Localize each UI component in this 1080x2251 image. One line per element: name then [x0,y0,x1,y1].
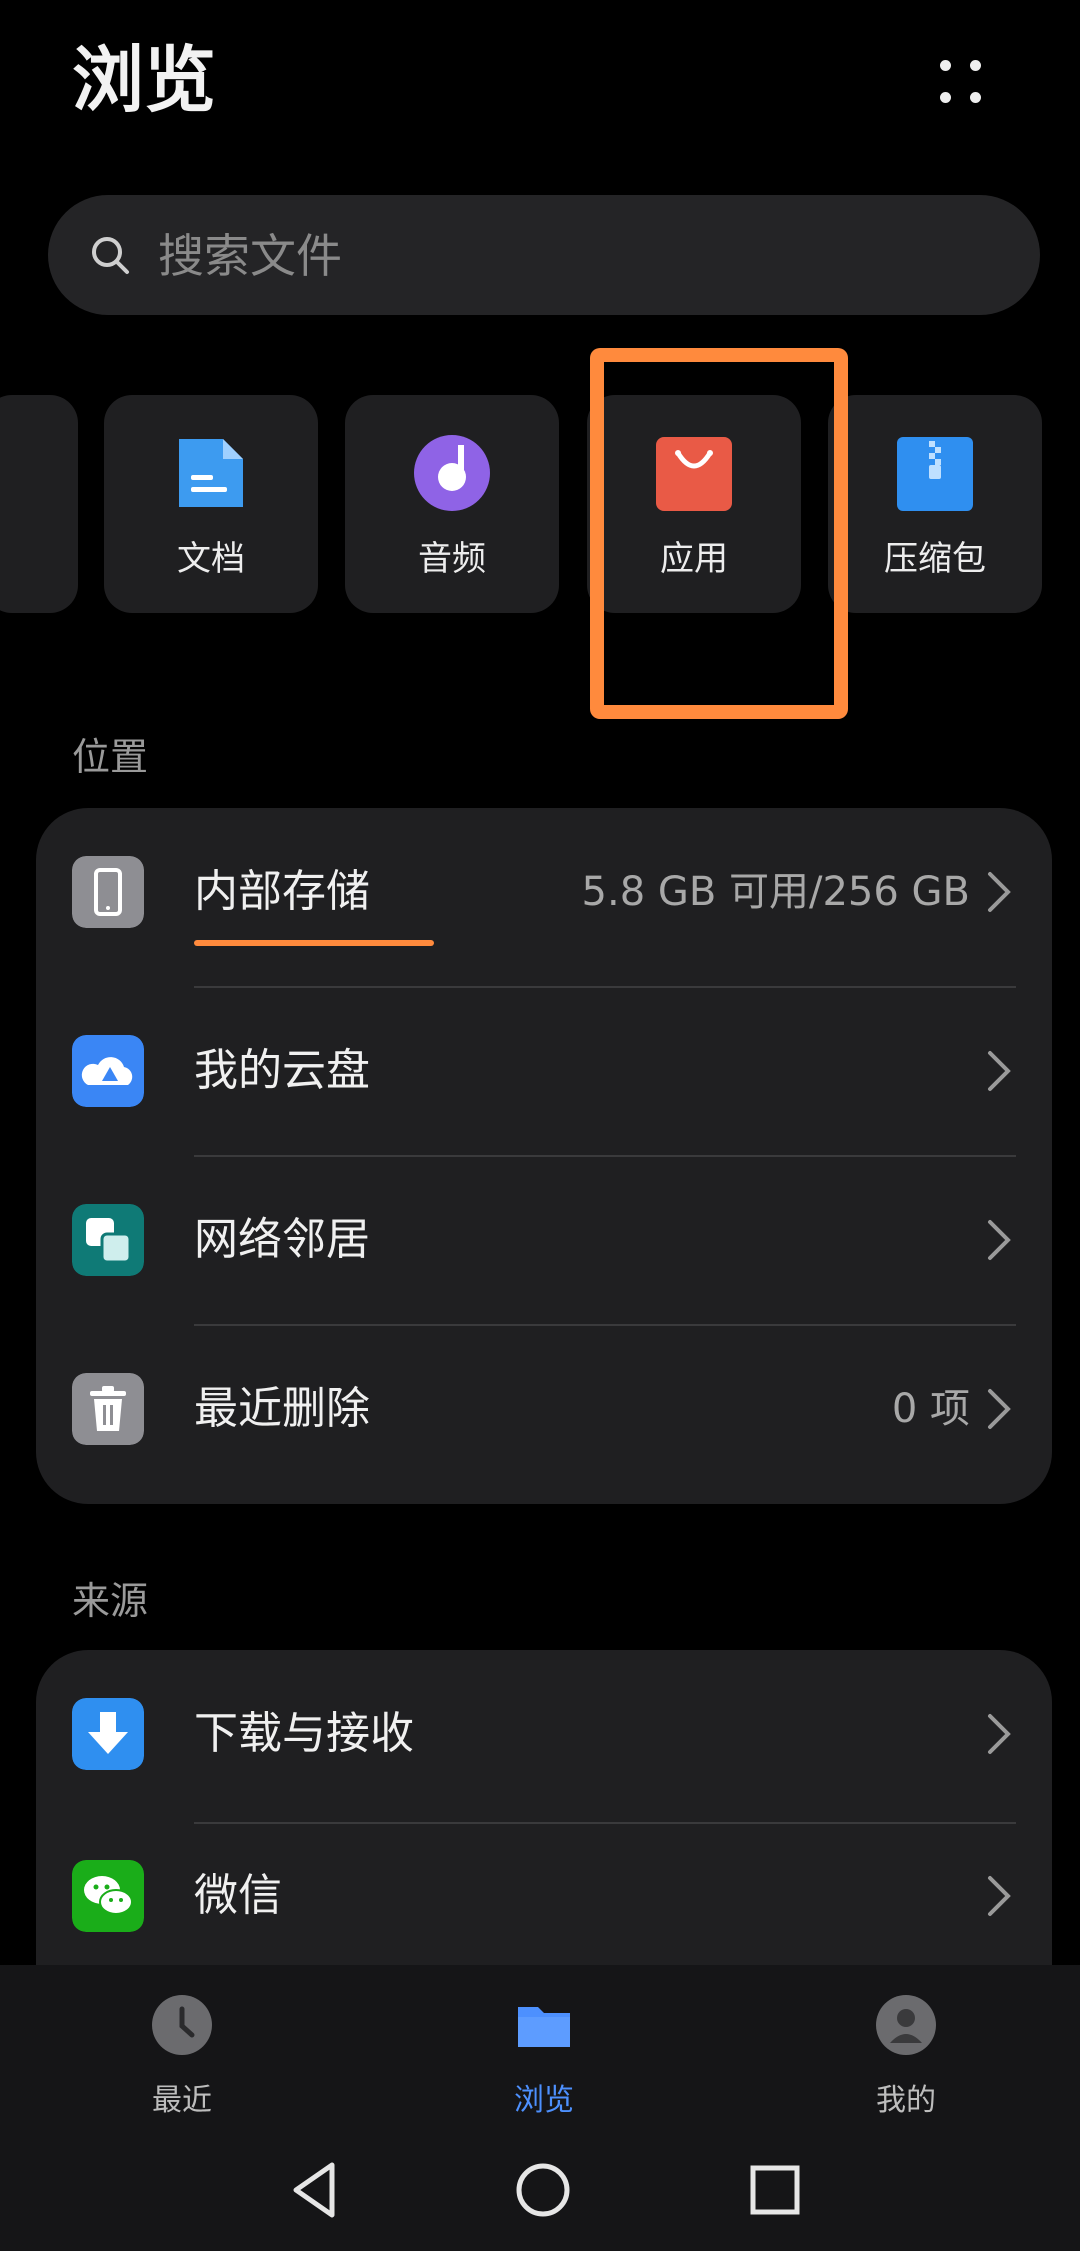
category-tile-documents[interactable]: 文档 [104,395,318,613]
category-label: 文档 [177,539,245,579]
section-title-sources: 来源 [72,1579,149,1623]
page-title: 浏览 [72,38,217,122]
row-label: 下载与接收 [194,1708,414,1759]
system-navigation-bar [0,2155,1080,2251]
chevron-right-icon [988,1389,1011,1429]
nav-browse[interactable]: 浏览 [444,1995,644,2125]
profile-icon [876,1995,936,2055]
search-bar[interactable] [48,195,1040,315]
nav-mine[interactable]: 我的 [806,1995,1006,2125]
location-row-network[interactable]: 网络邻居 [36,1156,1052,1324]
location-row-recently-deleted[interactable]: 最近删除 0 项 [36,1325,1052,1493]
nav-recent[interactable]: 最近 [82,1995,282,2125]
locations-card: 内部存储 5.8 GB 可用/256 GB 我的云盘 网络邻居 最近删除 0 项 [36,808,1052,1504]
highlight-box [590,348,848,719]
nav-label: 浏览 [514,2083,574,2118]
clock-icon [152,1995,212,2055]
audio-icon [414,435,490,511]
wechat-icon [72,1860,144,1932]
back-icon[interactable] [280,2155,350,2225]
row-label: 内部存储 [194,866,370,917]
row-label: 最近删除 [194,1383,370,1434]
chevron-right-icon [988,1876,1011,1916]
trash-icon [72,1373,144,1445]
location-row-internal-storage[interactable]: 内部存储 5.8 GB 可用/256 GB [36,808,1052,976]
category-tile-audio[interactable]: 音频 [345,395,559,613]
storage-usage-bar [194,940,434,946]
row-label: 我的云盘 [194,1045,370,1096]
phone-icon [72,856,144,928]
nav-label: 我的 [876,2083,936,2118]
cloud-icon [72,1035,144,1107]
more-options-icon[interactable] [930,52,990,112]
network-icon [72,1204,144,1276]
chevron-right-icon [988,1051,1011,1091]
category-tile-archives[interactable]: 压缩包 [828,395,1042,613]
section-title-locations: 位置 [72,735,149,779]
chevron-right-icon [988,1220,1011,1260]
chevron-right-icon [988,1714,1011,1754]
category-label: 压缩包 [884,539,986,579]
nav-label: 最近 [152,2083,212,2118]
download-icon [72,1698,144,1770]
archive-icon [897,437,973,511]
recents-icon[interactable] [740,2155,810,2225]
bottom-navigation: 最近 浏览 我的 [0,1965,1080,2251]
folder-icon [518,2007,570,2047]
row-label: 微信 [194,1870,282,1921]
row-label: 网络邻居 [194,1214,370,1265]
source-row-downloads[interactable]: 下载与接收 [36,1650,1052,1818]
storage-value: 5.8 GB 可用/256 GB [581,869,970,915]
document-icon [179,439,243,507]
chevron-right-icon [988,872,1011,912]
search-input[interactable] [156,215,980,297]
location-row-cloud-drive[interactable]: 我的云盘 [36,987,1052,1155]
search-icon [92,237,129,274]
home-icon[interactable] [508,2155,578,2225]
deleted-count: 0 项 [891,1386,970,1432]
source-row-wechat[interactable]: 微信 [36,1812,1052,1980]
category-label: 音频 [418,539,486,579]
category-tile-partial[interactable] [0,395,78,613]
